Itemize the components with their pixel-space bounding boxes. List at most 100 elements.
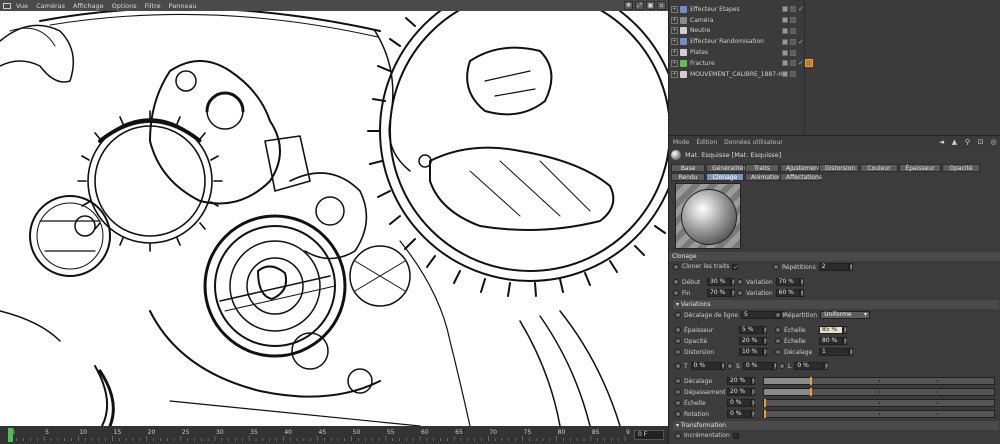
object-row[interactable]: + Neutre — [669, 26, 1000, 37]
slider-knob[interactable] — [810, 388, 812, 396]
slider-knob[interactable] — [764, 399, 766, 407]
tab-epaisseur[interactable]: Épaisseur — [899, 164, 941, 172]
echelle1-field[interactable]: 85 % — [819, 326, 843, 334]
t-stepper[interactable]: ⇕ — [720, 362, 725, 370]
tab-clonage[interactable]: Clonage — [706, 173, 744, 181]
tab-affectations[interactable]: Affectations — [780, 173, 822, 181]
slider-anim-dot[interactable] — [675, 378, 681, 384]
variation1-anim-dot[interactable] — [737, 279, 743, 285]
object-row[interactable]: + Fracture ✓ — [669, 58, 1000, 69]
slider-anim-dot[interactable] — [675, 389, 681, 395]
opacite-anim-dot[interactable] — [675, 338, 681, 344]
object-name[interactable]: Caméra — [690, 17, 794, 24]
expand-icon[interactable]: + — [671, 70, 678, 78]
visibility-editor-flag[interactable] — [782, 27, 788, 34]
object-name[interactable]: Fracture — [690, 60, 794, 67]
expand-icon[interactable]: + — [671, 5, 678, 13]
settings-icon[interactable]: ◎ — [989, 138, 998, 147]
variation1-field[interactable]: 70 % — [775, 278, 800, 286]
l-field[interactable]: 0 % — [794, 362, 825, 370]
menu-affichage[interactable]: Affichage — [73, 2, 104, 10]
slider-anim-dot[interactable] — [675, 411, 681, 417]
menu-cameras[interactable]: Caméras — [36, 2, 65, 10]
variation2-stepper[interactable]: ⇕ — [799, 289, 804, 297]
visibility-editor-flag[interactable] — [782, 17, 788, 24]
visibility-editor-flag[interactable] — [782, 6, 788, 13]
distorsion-anim-dot[interactable] — [675, 349, 681, 355]
close-icon[interactable]: ▫ — [657, 1, 666, 10]
epaisseur-stepper[interactable]: ⇕ — [763, 326, 767, 334]
variation2-anim-dot[interactable] — [737, 290, 743, 296]
up-arrow-icon[interactable]: ▲ — [950, 138, 959, 147]
tab-couleur[interactable]: Couleur — [860, 164, 898, 172]
repetitions-field[interactable]: 2 — [818, 263, 849, 271]
tab-distorsion[interactable]: Distorsion — [819, 164, 859, 172]
decalage-anim-dot[interactable] — [775, 349, 781, 355]
distorsion-stepper[interactable]: ⇕ — [763, 348, 767, 356]
object-row[interactable]: + Effecteur Étapes ✓ — [669, 4, 1000, 15]
visibility-render-flag[interactable] — [790, 38, 796, 45]
tab-opacite[interactable]: Opacité — [942, 164, 980, 172]
decalage-ligne-anim-dot[interactable] — [675, 312, 681, 318]
t-field[interactable]: 0 % — [690, 362, 721, 370]
tab-animation[interactable]: Animation — [745, 173, 782, 181]
visibility-render-flag[interactable] — [790, 27, 796, 34]
slider-value-field[interactable]: 20 % — [727, 377, 751, 385]
epaisseur-field[interactable]: 5 % — [739, 326, 763, 334]
incrementation-anim-dot[interactable] — [675, 432, 681, 439]
t-anim-dot[interactable] — [675, 363, 681, 369]
repartition-anim-dot[interactable] — [775, 312, 781, 318]
tab-generalites[interactable]: Généralités — [706, 164, 746, 172]
debut-field[interactable]: 30 % — [707, 278, 731, 286]
current-frame-field[interactable]: 0 F — [634, 430, 664, 440]
visibility-render-flag[interactable] — [790, 17, 796, 24]
l-stepper[interactable]: ⇕ — [824, 362, 829, 370]
visibility-render-flag[interactable] — [790, 49, 796, 56]
layout-icon[interactable]: ▣ — [646, 1, 655, 10]
cloner-traits-anim-dot[interactable] — [673, 263, 679, 270]
visibility-render-flag[interactable] — [790, 71, 796, 78]
expand-icon[interactable]: + — [671, 59, 678, 67]
slider-stepper[interactable]: ⇕ — [751, 388, 755, 396]
menu-vue[interactable]: Vue — [16, 2, 28, 10]
l-anim-dot[interactable] — [779, 363, 785, 369]
cloner-traits-checkbox[interactable]: ✓ — [732, 263, 738, 270]
slider-stepper[interactable]: ⇕ — [751, 399, 755, 407]
slider-track[interactable] — [763, 399, 995, 407]
slider-stepper[interactable]: ⇕ — [751, 410, 755, 418]
object-row[interactable]: + Plates — [669, 47, 1000, 58]
tab-rendu[interactable]: Rendu — [671, 173, 705, 181]
debut-stepper[interactable]: ⇕ — [731, 278, 735, 286]
move-icon[interactable]: ✥ — [624, 1, 633, 10]
maximize-icon[interactable]: ⤢ — [635, 1, 644, 10]
tab-traits[interactable]: Traits — [745, 164, 779, 172]
fin-anim-dot[interactable] — [673, 290, 679, 296]
opacite-stepper[interactable]: ⇕ — [763, 337, 767, 345]
expand-icon[interactable]: + — [671, 49, 678, 57]
menu-panneau[interactable]: Panneau — [169, 2, 197, 10]
menu-mode[interactable]: Mode — [673, 139, 689, 146]
expand-icon[interactable]: + — [671, 27, 678, 35]
slider-value-field[interactable]: 0 % — [727, 399, 751, 407]
visibility-editor-flag[interactable] — [782, 60, 788, 67]
slider-anim-dot[interactable] — [675, 400, 681, 406]
slider-stepper[interactable]: ⇕ — [751, 377, 755, 385]
repartition-dropdown[interactable]: Uniforme — [820, 311, 871, 319]
tab-ajustement[interactable]: Ajustement — [780, 164, 820, 172]
repetitions-anim-dot[interactable] — [773, 264, 779, 270]
timeline-ruler[interactable]: 051015202530354045505560657075808590 — [0, 426, 630, 444]
menu-edition[interactable]: Édition — [696, 139, 717, 146]
slider-track[interactable] — [763, 377, 995, 385]
object-row[interactable]: + Effecteur Randomisation ✓ — [669, 36, 1000, 47]
playhead[interactable] — [8, 428, 13, 442]
slider-track[interactable] — [763, 388, 995, 396]
repetitions-stepper[interactable]: ⇕ — [848, 263, 853, 271]
object-manager[interactable]: + Effecteur Étapes ✓ + Caméra + Neutre + Effecte… — [669, 0, 1000, 135]
sketch-tag-icon[interactable] — [805, 59, 813, 68]
viewport[interactable]: Vue Caméras Affichage Options Filtre Pan… — [0, 0, 668, 444]
object-name[interactable]: MOUVEMENT_CALIBRE_1887-HQ — [690, 71, 794, 78]
visibility-editor-flag[interactable] — [782, 38, 788, 45]
object-name[interactable]: Effecteur Randomisation — [690, 38, 794, 45]
decalage-stepper[interactable]: ⇕ — [849, 348, 853, 356]
visibility-editor-flag[interactable] — [782, 71, 788, 78]
